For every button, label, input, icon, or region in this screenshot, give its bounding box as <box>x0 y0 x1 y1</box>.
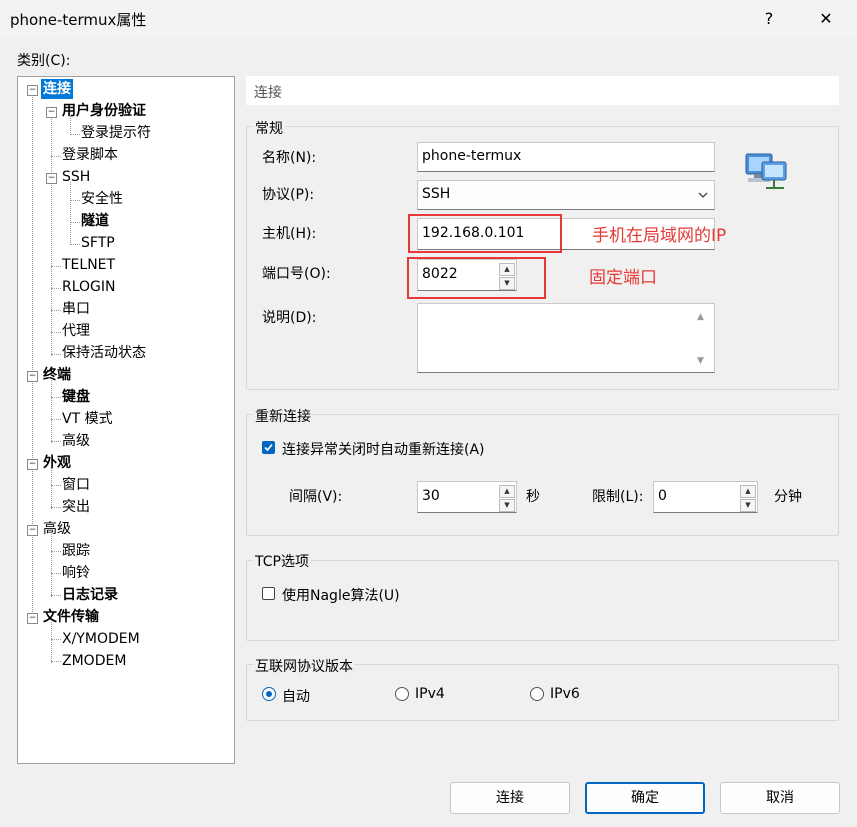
radio-auto[interactable] <box>262 687 276 701</box>
network-computer-icon <box>745 153 787 189</box>
limit-value: 0 <box>658 488 667 504</box>
collapse-icon[interactable]: − <box>27 525 38 536</box>
limit-input[interactable]: 0 ▲ ▼ <box>653 481 758 513</box>
tree-item-rlogin[interactable]: RLOGIN <box>62 277 116 297</box>
host-highlight-box <box>408 214 562 253</box>
interval-value: 30 <box>422 488 440 504</box>
interval-up-icon[interactable]: ▲ <box>499 485 515 498</box>
host-label: 主机(H): <box>262 226 317 242</box>
collapse-icon[interactable]: − <box>27 371 38 382</box>
tree-item-trace[interactable]: 跟踪 <box>62 541 90 561</box>
category-label: 类别(C): <box>17 53 71 69</box>
tree-item-bell[interactable]: 响铃 <box>62 563 90 583</box>
auto-reconnect-label[interactable]: 连接异常关闭时自动重新连接(A) <box>282 439 485 459</box>
description-textarea[interactable]: ▲ ▼ <box>417 303 715 373</box>
reconnect-group-title: 重新连接 <box>253 406 313 426</box>
radio-ipv6[interactable] <box>530 687 544 701</box>
interval-input[interactable]: 30 ▲ ▼ <box>417 481 517 513</box>
tcp-group-title: TCP选项 <box>253 551 311 571</box>
general-group-title: 常规 <box>253 118 285 138</box>
tree-item-xymodem[interactable]: X/YMODEM <box>62 629 140 649</box>
scroll-up-icon[interactable]: ▲ <box>697 312 704 322</box>
window-title: phone-termux属性 <box>10 11 147 29</box>
tree-item-auth[interactable]: 用户身份验证 <box>62 101 146 121</box>
checkmark-icon <box>264 443 273 452</box>
tree-item-window[interactable]: 窗口 <box>62 475 90 495</box>
limit-up-icon[interactable]: ▲ <box>740 485 756 498</box>
tree-item-serial[interactable]: 串口 <box>62 299 90 319</box>
tree-item-proxy[interactable]: 代理 <box>62 321 90 341</box>
protocol-select[interactable]: SSH <box>417 180 715 210</box>
port-label: 端口号(O): <box>262 266 331 282</box>
tree-item-advanced[interactable]: 高级 <box>43 519 71 539</box>
tree-item-tunnel[interactable]: 隧道 <box>81 211 109 231</box>
tree-item-file-transfer[interactable]: 文件传输 <box>43 607 99 627</box>
tree-item-terminal[interactable]: 终端 <box>43 365 71 385</box>
radio-dot-icon <box>266 691 272 697</box>
interval-unit: 秒 <box>526 489 540 505</box>
collapse-icon[interactable]: − <box>27 613 38 624</box>
panel-header: 连接 <box>246 76 839 105</box>
help-button[interactable]: ? <box>749 6 789 32</box>
chevron-down-icon <box>698 192 708 198</box>
ip-version-group-title: 互联网协议版本 <box>253 656 355 676</box>
reconnect-group <box>246 414 839 536</box>
tree-item-terminal-advanced[interactable]: 高级 <box>62 431 90 451</box>
category-tree[interactable]: − − − − − − − 连接 用户身份验证 登录提示符 登录脚本 SSH 安… <box>17 76 235 764</box>
tree-item-highlight[interactable]: 突出 <box>62 497 90 517</box>
scroll-down-icon[interactable]: ▼ <box>697 356 704 366</box>
tree-item-security[interactable]: 安全性 <box>81 189 123 209</box>
tree-item-ssh[interactable]: SSH <box>62 167 90 187</box>
port-highlight-box <box>407 257 546 299</box>
host-annotation: 手机在局域网的IP <box>592 226 727 246</box>
limit-label: 限制(L): <box>592 489 644 505</box>
tree-item-appearance[interactable]: 外观 <box>43 453 71 473</box>
radio-auto-label[interactable]: 自动 <box>282 686 310 706</box>
name-input[interactable]: phone-termux <box>417 142 715 172</box>
cancel-button[interactable]: 取消 <box>720 782 840 814</box>
nagle-checkbox[interactable] <box>262 587 275 600</box>
port-annotation: 固定端口 <box>589 268 657 288</box>
interval-label: 间隔(V): <box>289 489 343 505</box>
tree-item-telnet[interactable]: TELNET <box>62 255 115 275</box>
panel-header-title: 连接 <box>254 85 282 101</box>
interval-down-icon[interactable]: ▼ <box>499 499 515 512</box>
collapse-icon[interactable]: − <box>27 459 38 470</box>
nagle-label[interactable]: 使用Nagle算法(U) <box>282 585 400 605</box>
limit-down-icon[interactable]: ▼ <box>740 499 756 512</box>
tree-item-keyboard[interactable]: 键盘 <box>62 387 90 407</box>
tree-item-vt-mode[interactable]: VT 模式 <box>62 409 113 429</box>
ok-button[interactable]: 确定 <box>585 782 705 814</box>
radio-ipv6-label[interactable]: IPv6 <box>550 686 580 702</box>
tree-item-keepalive[interactable]: 保持活动状态 <box>62 343 146 363</box>
tree-item-sftp[interactable]: SFTP <box>81 233 115 253</box>
tree-item-logging[interactable]: 日志记录 <box>62 585 118 605</box>
protocol-value: SSH <box>422 186 451 202</box>
auto-reconnect-checkbox[interactable] <box>262 441 275 454</box>
name-label: 名称(N): <box>262 150 317 166</box>
collapse-icon[interactable]: − <box>46 107 57 118</box>
tree-item-zmodem[interactable]: ZMODEM <box>62 651 126 671</box>
collapse-icon[interactable]: − <box>27 85 38 96</box>
tree-item-login-prompt[interactable]: 登录提示符 <box>81 123 151 143</box>
protocol-label: 协议(P): <box>262 187 315 203</box>
connect-button[interactable]: 连接 <box>450 782 570 814</box>
tree-item-login-script[interactable]: 登录脚本 <box>62 145 118 165</box>
close-icon[interactable]: ✕ <box>806 6 846 32</box>
name-value: phone-termux <box>422 148 522 164</box>
radio-ipv4[interactable] <box>395 687 409 701</box>
tree-item-connection[interactable]: 连接 <box>41 79 73 99</box>
radio-ipv4-label[interactable]: IPv4 <box>415 686 445 702</box>
collapse-icon[interactable]: − <box>46 173 57 184</box>
description-label: 说明(D): <box>262 310 317 326</box>
limit-unit: 分钟 <box>774 489 802 505</box>
